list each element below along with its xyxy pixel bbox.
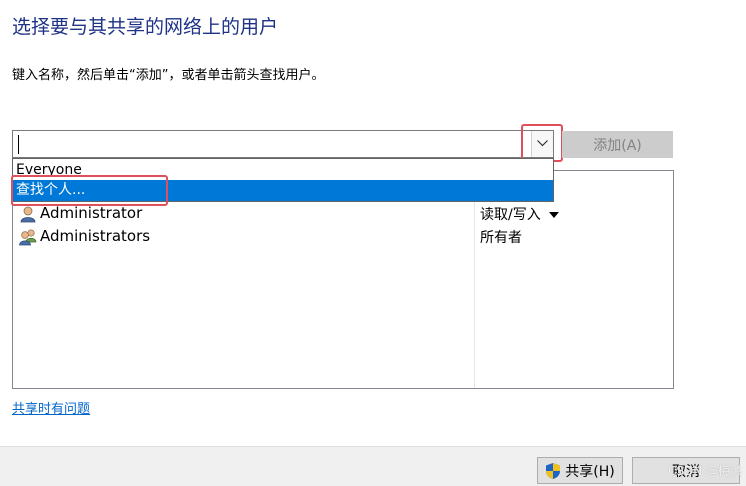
share-button-label: 共享(H) [565, 463, 615, 480]
caret-down-icon [548, 212, 559, 218]
highlight-dropdown-arrow [521, 124, 563, 162]
help-link[interactable]: 共享时有问题 [12, 398, 90, 417]
user-name: Administrator [40, 204, 143, 222]
user-icon [19, 205, 37, 223]
highlight-find-people [11, 175, 168, 206]
users-group-icon [19, 228, 37, 246]
user-name: Administrators [40, 227, 151, 245]
permission-dropdown[interactable]: 读取/写入 [480, 204, 559, 224]
shield-icon [546, 462, 561, 479]
name-combobox[interactable] [12, 130, 554, 158]
permission-label: 读取/写入 [480, 207, 541, 223]
dialog-footer: 共享(H) 取消 [0, 446, 746, 486]
instruction-text: 键入名称，然后单击“添加”，或者单击箭头查找用户。 [12, 68, 325, 83]
name-input[interactable] [19, 133, 519, 155]
permission-label: 所有者 [480, 230, 522, 246]
list-item[interactable]: Administrators 所有者 [13, 225, 673, 247]
share-button[interactable]: 共享(H) [537, 457, 623, 484]
page-title: 选择要与其共享的网络上的用户 [12, 16, 279, 38]
watermark-text: CSDN @梅洪 [668, 464, 743, 478]
add-button[interactable]: 添加(A) [562, 131, 673, 158]
